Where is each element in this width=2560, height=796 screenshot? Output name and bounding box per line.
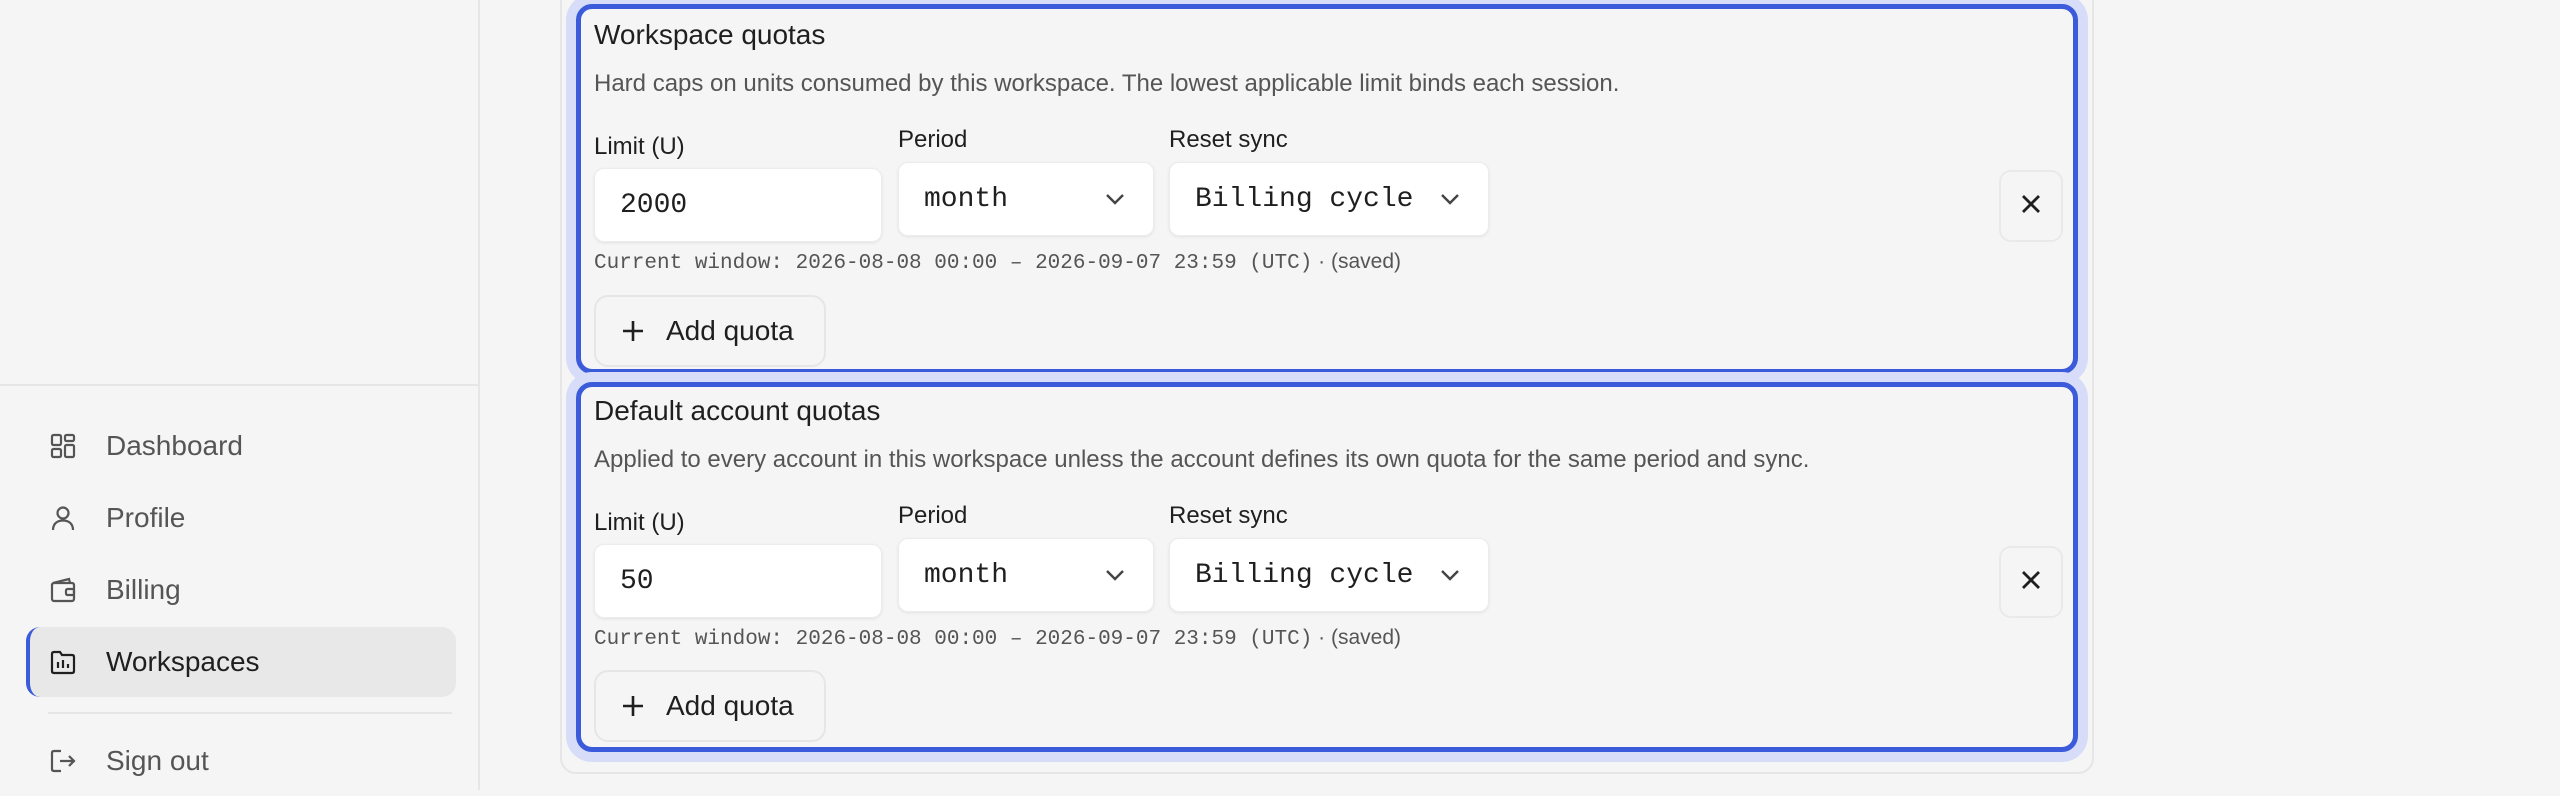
- close-icon: [2019, 192, 2043, 221]
- current-window-text: Current window: 2026-08-08 00:00 – 2026-…: [594, 626, 1401, 651]
- period-label: Period: [898, 126, 968, 153]
- limit-label: Limit (U): [594, 133, 685, 160]
- add-quota-button[interactable]: Add quota: [594, 670, 826, 742]
- period-select[interactable]: month: [898, 162, 1154, 236]
- sidebar: Dashboard Profile Billing Workspaces Sig…: [0, 0, 480, 790]
- workspace-quotas-section: Workspace quotas Hard caps on units cons…: [576, 4, 2078, 374]
- limit-input[interactable]: 50: [594, 544, 882, 618]
- add-quota-label: Add quota: [666, 315, 794, 346]
- reset-sync-select[interactable]: Billing cycle: [1169, 162, 1489, 236]
- reset-sync-select[interactable]: Billing cycle: [1169, 538, 1489, 612]
- wallet-icon: [48, 575, 78, 605]
- period-value: month: [924, 559, 1009, 591]
- dashboard-icon: [48, 431, 78, 461]
- reset-sync-label: Reset sync: [1169, 502, 1288, 529]
- nav-divider: [48, 712, 452, 714]
- reset-sync-value: Billing cycle: [1195, 183, 1414, 215]
- reset-sync-value: Billing cycle: [1195, 559, 1414, 591]
- sidebar-item-profile[interactable]: Profile: [26, 483, 456, 553]
- section-title: Default account quotas: [594, 395, 881, 426]
- add-quota-button[interactable]: Add quota: [594, 295, 826, 367]
- chevron-down-icon: [1103, 187, 1127, 211]
- period-value: month: [924, 183, 1009, 215]
- section-title: Workspace quotas: [594, 19, 826, 50]
- section-description: Applied to every account in this workspa…: [594, 446, 1810, 473]
- saved-status: · (saved): [1318, 626, 1402, 649]
- plus-icon: [618, 691, 648, 721]
- reset-sync-label: Reset sync: [1169, 126, 1288, 153]
- default-account-quotas-section: Default account quotas Applied to every …: [576, 382, 2078, 752]
- limit-input[interactable]: 2000: [594, 168, 882, 242]
- user-icon: [48, 503, 78, 533]
- sidebar-item-label: Billing: [106, 574, 181, 605]
- limit-value: 50: [620, 565, 654, 597]
- sidebar-divider: [0, 384, 478, 386]
- period-label: Period: [898, 502, 968, 529]
- current-window-text: Current window: 2026-08-08 00:00 – 2026-…: [594, 250, 1401, 275]
- limit-value: 2000: [620, 189, 688, 221]
- plus-icon: [618, 316, 648, 346]
- sign-out-icon: [48, 746, 78, 776]
- remove-quota-button[interactable]: [1999, 170, 2063, 242]
- section-description: Hard caps on units consumed by this work…: [594, 70, 1620, 97]
- sidebar-item-workspaces[interactable]: Workspaces: [26, 627, 456, 697]
- sidebar-item-sign-out[interactable]: Sign out: [26, 726, 456, 796]
- sidebar-item-dashboard[interactable]: Dashboard: [26, 411, 456, 481]
- sidebar-item-label: Dashboard: [106, 430, 243, 461]
- workspace-icon: [48, 647, 78, 677]
- add-quota-label: Add quota: [666, 690, 794, 721]
- saved-status: · (saved): [1318, 250, 1402, 273]
- remove-quota-button[interactable]: [1999, 546, 2063, 618]
- chevron-down-icon: [1438, 563, 1462, 587]
- sidebar-item-label: Workspaces: [106, 646, 260, 677]
- sidebar-item-billing[interactable]: Billing: [26, 555, 456, 625]
- sidebar-item-label: Profile: [106, 502, 186, 533]
- window-range: Current window: 2026-08-08 00:00 – 2026-…: [594, 628, 1313, 651]
- chevron-down-icon: [1438, 187, 1462, 211]
- window-range: Current window: 2026-08-08 00:00 – 2026-…: [594, 252, 1313, 275]
- sidebar-item-label: Sign out: [106, 745, 209, 776]
- period-select[interactable]: month: [898, 538, 1154, 612]
- close-icon: [2019, 568, 2043, 597]
- limit-label: Limit (U): [594, 509, 685, 536]
- chevron-down-icon: [1103, 563, 1127, 587]
